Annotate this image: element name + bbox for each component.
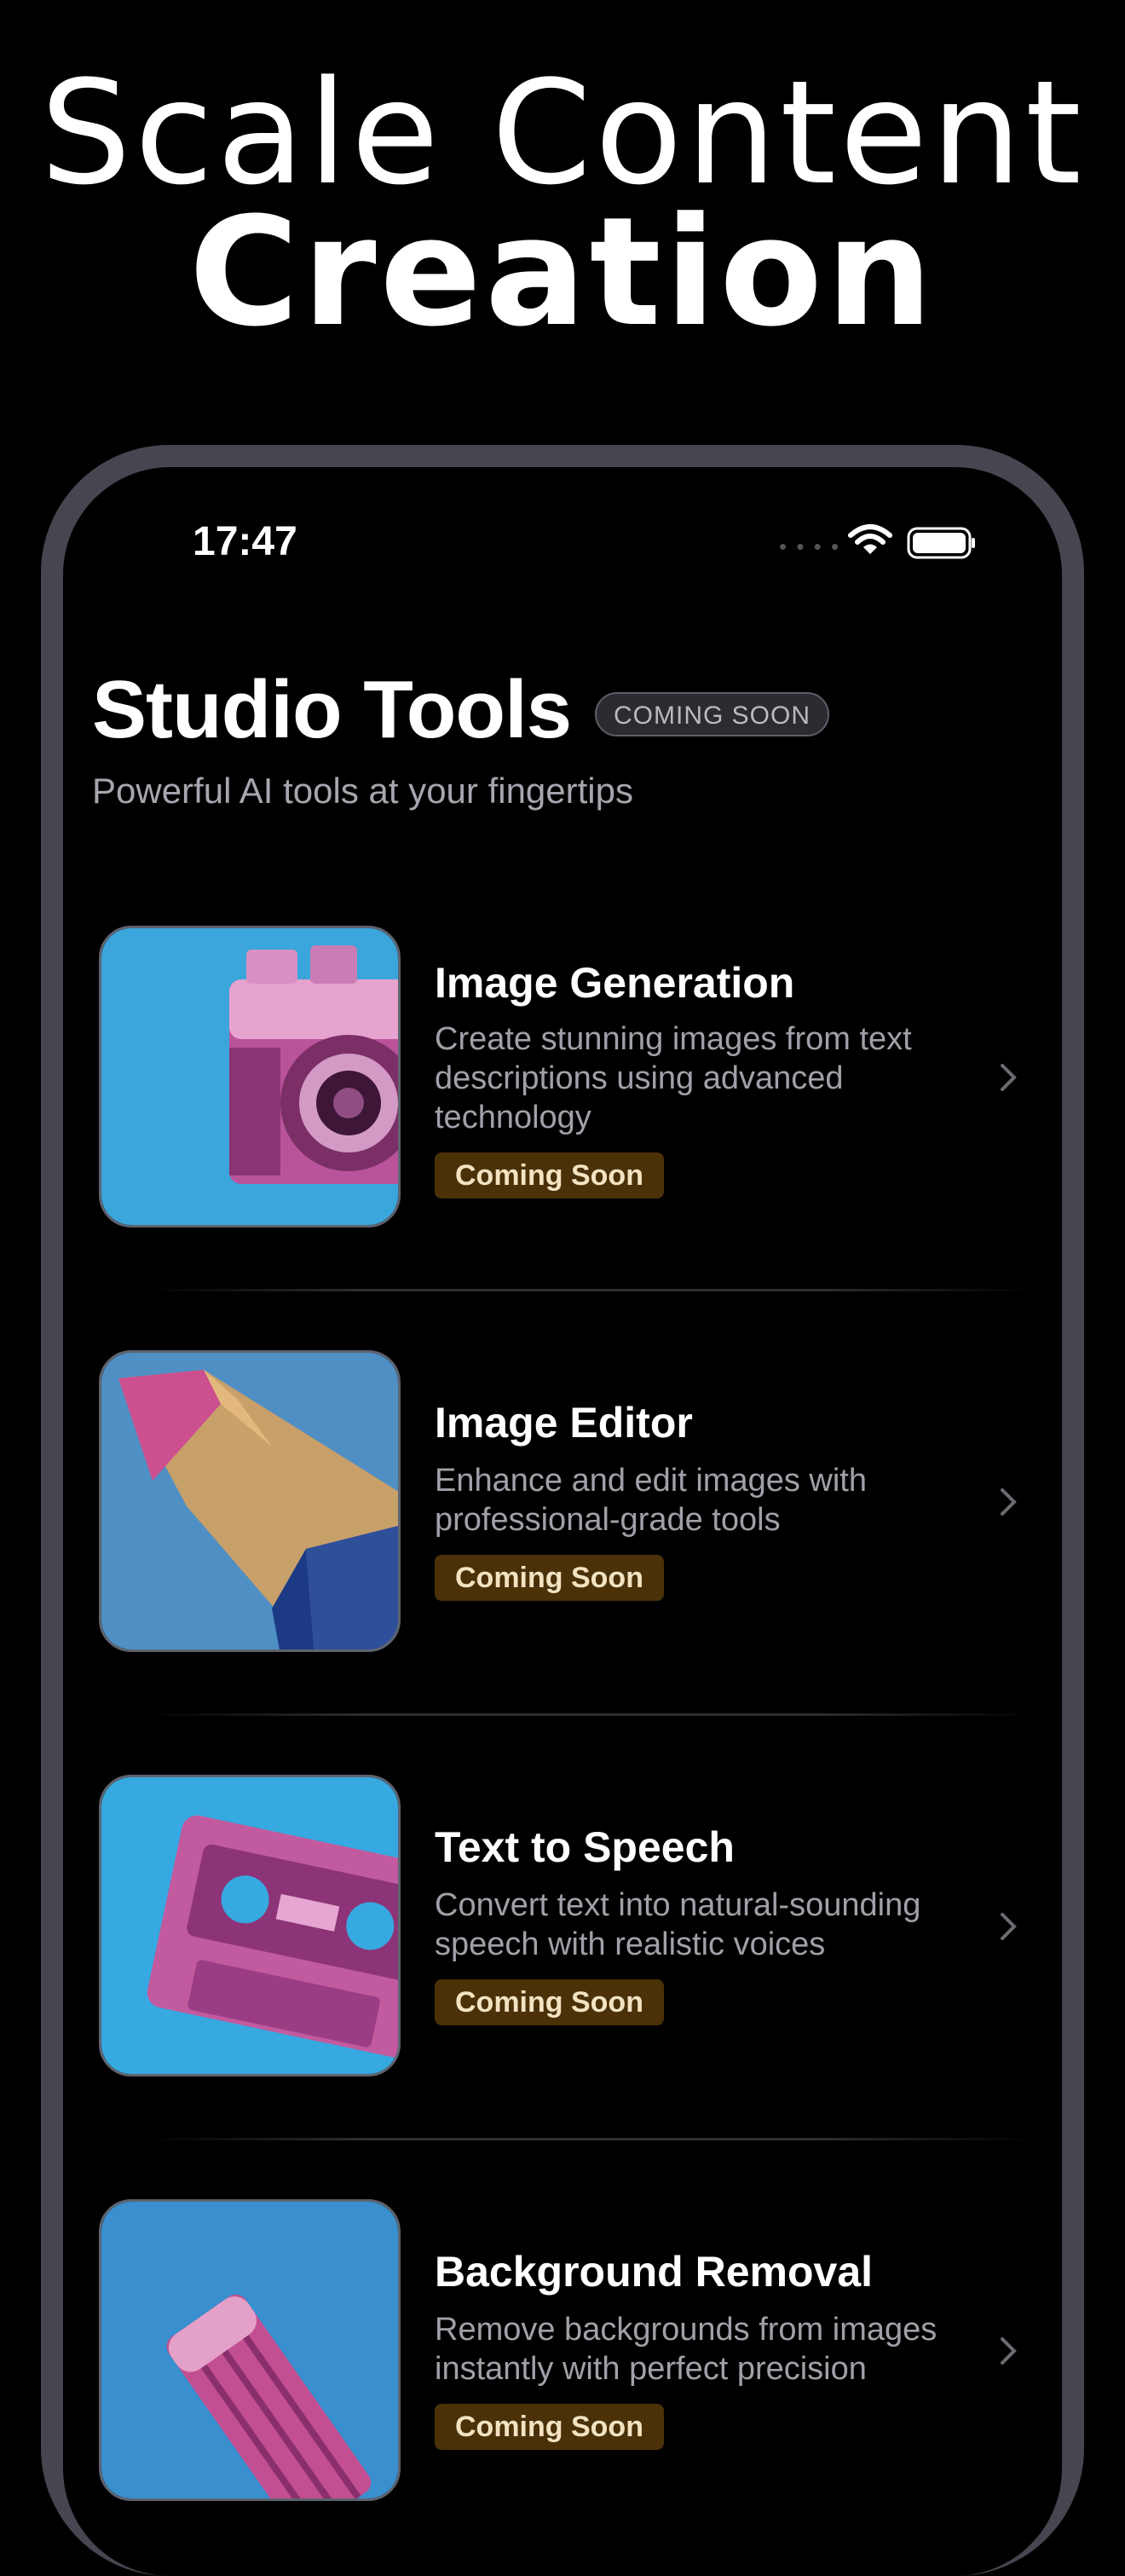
- cassette-icon: [99, 1775, 401, 2076]
- tool-title: Image Generation: [435, 959, 795, 1007]
- page-title: Studio Tools: [92, 664, 572, 755]
- tool-row-image-generation[interactable]: Image Generation Create stunning images …: [99, 926, 1028, 1227]
- chevron-right-icon: [1001, 1913, 1017, 1940]
- tool-description: Convert text into natural-sounding speec…: [435, 1887, 921, 1962]
- divider: [148, 1289, 1035, 1291]
- phone-frame: 17:47 • • • • Studio Tools COMING SOON P…: [41, 445, 1084, 2576]
- chevron-right-icon: [1001, 1488, 1017, 1516]
- camera-icon: [99, 926, 401, 1227]
- chevron-right-icon: [1001, 2337, 1017, 2365]
- signal-dots-icon: • • • •: [779, 534, 841, 559]
- tool-description: Enhance and edit images with professiona…: [435, 1463, 867, 1538]
- tool-description: Remove backgrounds from images instantly…: [435, 2312, 938, 2387]
- tool-title: Image Editor: [435, 1399, 693, 1447]
- tool-row-image-editor[interactable]: Image Editor Enhance and edit images wit…: [99, 1350, 1028, 1652]
- tool-title: Text to Speech: [435, 1823, 735, 1871]
- page-subtitle: Powerful AI tools at your fingertips: [92, 771, 633, 811]
- tool-row-background-removal[interactable]: Background Removal Remove backgrounds fr…: [99, 2199, 1028, 2501]
- pencil-icon: [99, 1350, 401, 1652]
- status-icons: • • • •: [779, 523, 1043, 559]
- battery-icon: [907, 527, 975, 559]
- wifi-icon: [848, 524, 892, 554]
- headline-line-1: Scale Content: [40, 49, 1085, 217]
- phone-screen: 17:47 • • • • Studio Tools COMING SOON P…: [63, 467, 1062, 2576]
- tool-title: Background Removal: [435, 2248, 874, 2296]
- coming-soon-pill: COMING SOON: [595, 692, 830, 736]
- status-time: 17:47: [193, 519, 297, 564]
- eraser-icon: [99, 2199, 401, 2501]
- coming-soon-badge: Coming Soon: [435, 1555, 664, 1601]
- chevron-right-icon: [1001, 1064, 1017, 1091]
- divider: [148, 2138, 1035, 2140]
- divider: [148, 1713, 1035, 1716]
- coming-soon-badge: Coming Soon: [435, 1979, 664, 2025]
- coming-soon-badge: Coming Soon: [435, 1152, 664, 1198]
- tool-row-text-to-speech[interactable]: Text to Speech Convert text into natural…: [99, 1775, 1028, 2076]
- tool-description: Create stunning images from text descrip…: [435, 1021, 912, 1135]
- coming-soon-badge: Coming Soon: [435, 2404, 664, 2450]
- headline-line-2: Creation: [188, 185, 937, 360]
